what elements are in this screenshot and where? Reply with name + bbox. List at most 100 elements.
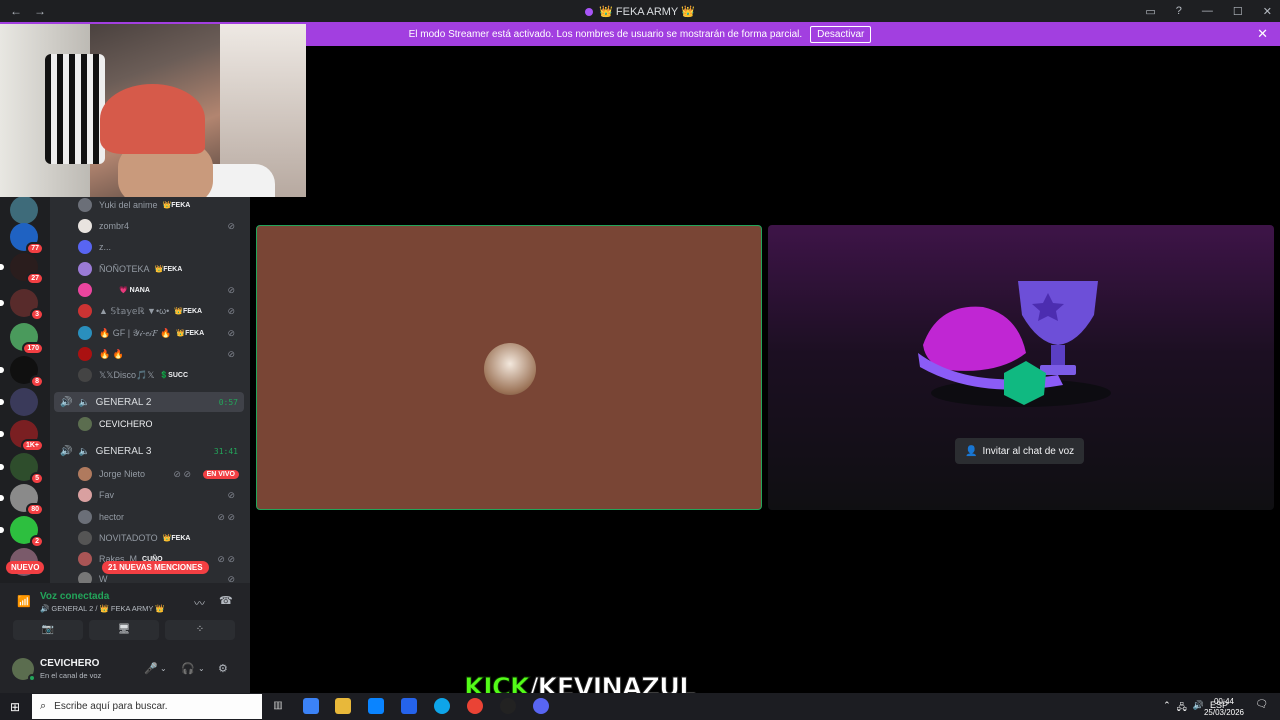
windows-start-icon[interactable]: ⊞ [10, 700, 20, 714]
avatar [78, 417, 92, 431]
member-tag: 👑FEKA [162, 202, 191, 209]
voice-member[interactable]: Fav ⊘ [78, 486, 243, 504]
unread-badge: 5 [30, 472, 44, 485]
voice-member[interactable]: ▲ 𝕊𝕥𝕒𝕪𝕖ℝ ▼•ω• 👑FEKA ⊘ [78, 302, 243, 320]
disconnect-icon[interactable]: ☎ [219, 594, 233, 607]
edge-icon[interactable] [434, 698, 450, 714]
member-name: 🔥 GF | 𝒴𝒾-𝑒𝒾𝐹 🔥 [99, 327, 172, 338]
voice-member[interactable]: 🔥 GF | 𝒴𝒾-𝑒𝒾𝐹 🔥 👑FEKA ⊘ [78, 324, 243, 342]
member-tag: 👑FEKA [162, 535, 191, 542]
unread-pip [0, 527, 4, 533]
voice-user-tile[interactable] [256, 225, 762, 510]
store-icon[interactable] [368, 698, 384, 714]
server-icon[interactable]: 1K+ [0, 420, 44, 452]
show-hidden-icons-icon[interactable]: ⌃ [1163, 700, 1171, 716]
username[interactable]: CEVICHERO [40, 658, 99, 669]
volume-icon[interactable]: 🔊 [1193, 700, 1204, 716]
discord-icon[interactable] [533, 698, 549, 714]
channel-timer: 0:57 [218, 397, 238, 407]
taskbar-search[interactable]: ⌕ Escribe aquí para buscar. [32, 694, 262, 719]
voice-member[interactable]: Jorge Nieto ⊘ ⊘ EN VIVO [78, 465, 243, 483]
taskbar-clock[interactable]: 00:44 25/03/2026 [1204, 696, 1244, 718]
camera-button[interactable]: 📷 [13, 620, 83, 640]
task-view-icon[interactable]: ▥ [270, 698, 286, 714]
mic-icon[interactable]: 🎤 [144, 662, 158, 675]
noise-suppression-icon[interactable]: 〰 [194, 595, 205, 611]
server-icon[interactable] [0, 388, 38, 416]
chevron-down-icon[interactable]: ⌄ [160, 664, 167, 673]
new-badge[interactable]: NUEVO [6, 561, 45, 574]
webcam-jersey [45, 54, 105, 164]
server-icon[interactable]: 5 [0, 453, 44, 485]
server-icon[interactable]: 2 [0, 516, 44, 548]
deafen-icon: ⊘ [227, 220, 235, 231]
member-name: CEVICHERO [99, 419, 153, 429]
forward-arrow-icon[interactable]: → [34, 4, 46, 18]
channel-timer: 31:41 [213, 446, 238, 456]
server-icon[interactable]: 8 [0, 356, 44, 388]
back-arrow-icon[interactable]: ← [10, 4, 22, 18]
notification-icon[interactable]: 🗨 [1255, 699, 1268, 710]
avatar [78, 488, 92, 502]
obs-icon[interactable] [500, 698, 516, 714]
voice-member[interactable]: 💗 NANA ⊘ [78, 281, 243, 299]
window-controls: ▭ ? — ☐ ✕ [1145, 0, 1272, 22]
chevron-down-icon[interactable]: ⌄ [198, 664, 205, 673]
minimize-icon[interactable]: — [1202, 5, 1213, 17]
search-icon: ⌕ [40, 700, 47, 712]
voice-member[interactable]: hector ⊘ ⊘ [78, 508, 243, 526]
network-icon[interactable]: 🖧 [1177, 700, 1187, 716]
invite-to-voice-button[interactable]: 👤 Invitar al chat de voz [955, 438, 1085, 464]
member-name: 𝕏𝕏Disco🎵𝕏 [99, 369, 155, 380]
voice-panel: 📶 Voz conectada 🔊 GENERAL 2 / 👑 FEKA ARM… [0, 583, 250, 693]
mail-icon[interactable] [401, 698, 417, 714]
voice-member[interactable]: 𝕏𝕏Disco🎵𝕏 💲SUCC [78, 366, 243, 384]
screen-share-button[interactable]: 🖥 [89, 620, 159, 640]
inbox-icon[interactable]: ▭ [1145, 5, 1155, 18]
server-icon[interactable]: 3 [0, 289, 44, 321]
voice-member[interactable]: 🔥 🔥 ⊘ [78, 345, 243, 363]
unread-pip [0, 464, 4, 470]
copilot-icon[interactable] [303, 698, 319, 714]
webcam-cap [100, 84, 205, 154]
deactivate-streamer-button[interactable]: Desactivar [810, 25, 872, 43]
server-icon[interactable]: 27 [0, 253, 44, 285]
avatar [78, 572, 92, 583]
voice-member[interactable]: CEVICHERO [78, 415, 243, 433]
headset-icon[interactable]: 🎧 [181, 662, 195, 675]
close-banner-icon[interactable]: ✕ [1257, 26, 1268, 42]
streamer-banner-text: El modo Streamer está activado. Los nomb… [408, 28, 803, 40]
chrome-icon[interactable] [467, 698, 483, 714]
trophy-illustration [918, 281, 1111, 407]
server-dot-icon [585, 7, 594, 16]
voice-status[interactable]: Voz conectada [40, 591, 109, 602]
voice-channel-path[interactable]: 🔊 GENERAL 2 / 👑 FEKA ARMY 👑 [40, 604, 165, 613]
file-explorer-icon[interactable] [335, 698, 351, 714]
server-icon[interactable]: 170 [10, 323, 44, 355]
server-icon[interactable]: 80 [0, 484, 44, 516]
voice-member[interactable]: zombr4 ⊘ [78, 217, 243, 235]
connection-signal-icon[interactable]: 📶 [17, 595, 31, 608]
voice-member[interactable]: NOVITADOTO 👑FEKA [78, 529, 243, 547]
clock-time: 00:44 [1213, 697, 1234, 706]
close-window-icon[interactable]: ✕ [1263, 5, 1272, 18]
member-name: hector [99, 512, 125, 522]
member-name: ▲ 𝕊𝕥𝕒𝕪𝕖ℝ ▼•ω• [99, 305, 170, 316]
voice-channel-general-3[interactable]: 🔊 🔈 GENERAL 3 31:41 [54, 441, 244, 461]
member-tag: 👑FEKA [154, 266, 183, 273]
settings-gear-icon[interactable]: ⚙ [218, 662, 228, 675]
maximize-icon[interactable]: ☐ [1233, 5, 1243, 18]
speaker-icon: 🔈 [78, 396, 90, 407]
server-icon[interactable] [10, 196, 38, 224]
voice-member[interactable]: ÑOÑOTEKA 👑FEKA [78, 260, 243, 278]
unread-badge: 80 [26, 503, 44, 516]
help-icon[interactable]: ? [1176, 5, 1182, 17]
deafen-icon: ⊘ [227, 348, 235, 359]
activities-button[interactable]: ⁘ [165, 620, 235, 640]
server-icon[interactable]: 77 [10, 223, 44, 255]
voice-channel-general-2[interactable]: 🔊 🔈 GENERAL 2 0:57 [54, 392, 244, 412]
speaker-connected-icon: 🔊 [60, 445, 73, 457]
voice-member[interactable]: Yuki del anime 👑FEKA [78, 196, 243, 214]
new-mentions-badge[interactable]: 21 NUEVAS MENCIONES [102, 561, 209, 574]
voice-member[interactable]: z... [78, 238, 243, 256]
